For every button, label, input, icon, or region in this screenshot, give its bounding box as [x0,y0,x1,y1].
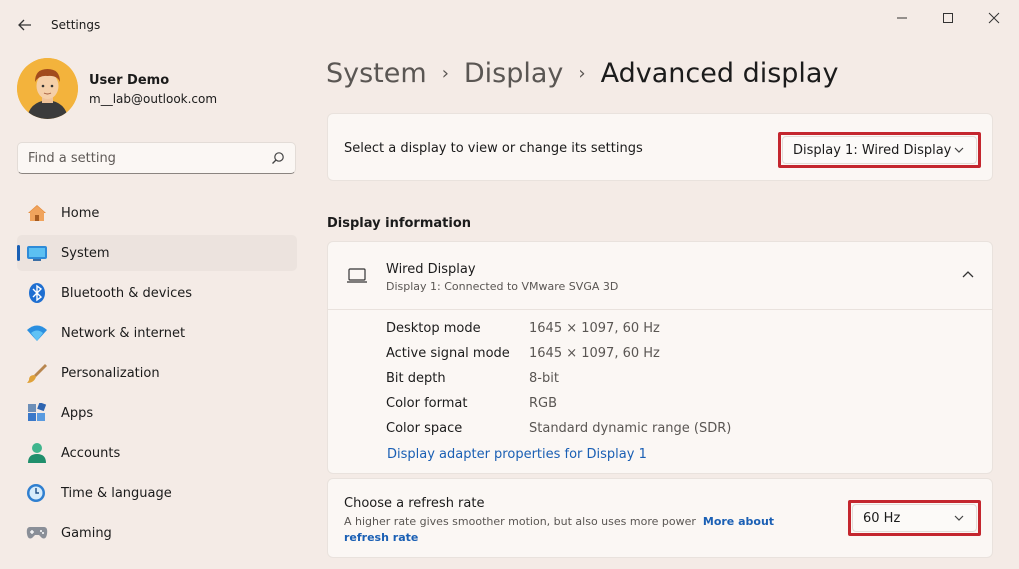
info-row-bit-depth: Bit depth 8-bit [386,371,731,396]
sidebar-item-time-language[interactable]: Time & language [17,475,297,511]
sidebar-item-system[interactable]: System [17,235,297,271]
sidebar-item-label: Personalization [61,365,160,381]
display-adapter-properties-link[interactable]: Display adapter properties for Display 1 [387,447,647,462]
sidebar-item-network-internet[interactable]: Network & internet [17,315,297,351]
info-key: Color format [386,396,468,411]
laptop-icon [347,268,367,283]
system-icon [26,242,48,264]
gamepad-icon [26,522,48,544]
breadcrumb-chevron-icon: › [441,63,449,84]
minimize-icon [897,17,907,19]
avatar[interactable] [17,58,78,119]
display-select-card: Select a display to view or change its s… [327,113,993,181]
clock-globe-icon [26,482,48,504]
user-email: m__lab@outlook.com [89,92,218,106]
close-button[interactable] [972,8,1016,28]
info-key: Color space [386,421,463,436]
info-value: RGB [529,396,558,411]
wifi-icon [26,322,48,344]
sidebar-nav: Home System Bluetooth & devices Network … [17,195,297,555]
display-info-header[interactable]: Wired Display Display 1: Connected to VM… [328,242,992,310]
info-value: Standard dynamic range (SDR) [529,421,732,436]
breadcrumb-chevron-icon: › [578,63,586,84]
sidebar-item-label: Bluetooth & devices [61,285,192,301]
sidebar-item-personalization[interactable]: Personalization [17,355,297,391]
info-value: 1645 × 1097, 60 Hz [529,321,660,336]
back-arrow-icon [18,19,31,31]
search-box[interactable] [17,142,296,174]
refresh-rate-title: Choose a refresh rate [344,496,485,511]
info-row-active-signal-mode: Active signal mode 1645 × 1097, 60 Hz [386,346,731,371]
sidebar-item-label: Accounts [61,445,121,461]
search-icon [272,152,284,164]
refresh-rate-dropdown[interactable]: 60 Hz [852,504,977,532]
info-value: 1645 × 1097, 60 Hz [529,346,660,361]
breadcrumb-display[interactable]: Display [464,58,564,89]
brush-icon [26,362,48,384]
refresh-rate-description: A higher rate gives smoother motion, but… [344,514,814,546]
section-title-display-information: Display information [327,216,472,231]
maximize-icon [943,13,953,23]
page-title: Advanced display [600,58,839,89]
display-info-rows: Desktop mode 1645 × 1097, 60 Hz Active s… [386,321,731,446]
display-subtitle: Display 1: Connected to VMware SVGA 3D [386,280,619,293]
info-key: Active signal mode [386,346,510,361]
user-name: User Demo [89,73,170,88]
breadcrumb: System › Display › Advanced display [326,58,838,89]
close-icon [988,12,1000,24]
sidebar-item-home[interactable]: Home [17,195,297,231]
info-row-desktop-mode: Desktop mode 1645 × 1097, 60 Hz [386,321,731,346]
chevron-down-icon [954,147,964,153]
sidebar-item-label: Gaming [61,525,112,541]
info-row-color-space: Color space Standard dynamic range (SDR) [386,421,731,446]
maximize-button[interactable] [926,8,970,28]
display-select-dropdown[interactable]: Display 1: Wired Display [782,136,977,164]
sidebar-item-label: System [61,245,110,261]
minimize-button[interactable] [880,8,924,28]
refresh-rate-card: Choose a refresh rate A higher rate give… [327,478,993,558]
display-select-value: Display 1: Wired Display [793,142,952,158]
back-button[interactable] [14,14,36,36]
sidebar-item-apps[interactable]: Apps [17,395,297,431]
info-value: 8-bit [529,371,559,386]
bluetooth-icon [26,282,48,304]
breadcrumb-system[interactable]: System [326,58,427,89]
sidebar-item-accounts[interactable]: Accounts [17,435,297,471]
chevron-up-icon[interactable] [962,270,974,280]
app-title: Settings [51,18,101,32]
display-info-card: Wired Display Display 1: Connected to VM… [327,241,993,474]
home-icon [26,202,48,224]
info-key: Bit depth [386,371,446,386]
sidebar-item-label: Time & language [61,485,172,501]
accounts-icon [26,442,48,464]
refresh-rate-description-text: A higher rate gives smoother motion, but… [344,515,696,528]
avatar-image-icon [17,58,78,119]
sidebar-item-label: Apps [61,405,94,421]
search-input[interactable] [28,150,258,166]
display-name: Wired Display [386,262,476,277]
info-key: Desktop mode [386,321,481,336]
sidebar-item-bluetooth-devices[interactable]: Bluetooth & devices [17,275,297,311]
info-row-color-format: Color format RGB [386,396,731,421]
sidebar-item-label: Network & internet [61,325,186,341]
display-select-label: Select a display to view or change its s… [344,141,643,156]
refresh-rate-value: 60 Hz [863,510,901,526]
sidebar-item-label: Home [61,205,100,221]
sidebar-item-gaming[interactable]: Gaming [17,515,297,551]
apps-icon [26,402,48,424]
chevron-down-icon [954,515,964,521]
